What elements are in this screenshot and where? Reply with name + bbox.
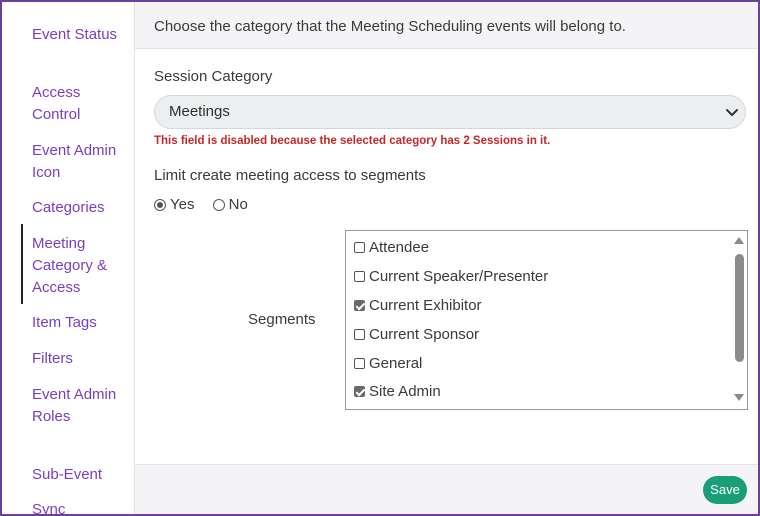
save-button[interactable]: Save [703,476,747,504]
radio-yes-circle[interactable] [154,198,166,211]
segment-option-current-exhibitor[interactable]: Current Exhibitor [354,297,482,314]
segment-option-current-speaker-presenter[interactable]: Current Speaker/Presenter [354,268,548,285]
scrollbar-thumb[interactable] [735,254,744,362]
session-category-value: Meetings [169,103,230,120]
segments-scrollbar[interactable] [731,231,747,409]
segment-option-general[interactable]: General [354,355,422,372]
sidebar-item-categories[interactable]: Categories [32,197,132,219]
header-description: Choose the category that the Meeting Sch… [154,18,626,35]
sidebar: Event Status Access Control Event Admin … [2,2,134,514]
segments-label: Segments [248,311,316,328]
sidebar-item-event-admin-icon[interactable]: Event Admin Icon [32,140,132,184]
sidebar-active-indicator [21,224,23,304]
limit-access-radio-group: Yes No [154,196,262,215]
segment-option-attendee[interactable]: Attendee [354,239,429,256]
sidebar-item-meeting-category-access[interactable]: Meeting Category & Access [32,233,132,299]
segment-option-label: Current Sponsor [369,326,480,343]
main-panel: Choose the category that the Meeting Sch… [134,2,758,514]
segment-option-label: Site Admin [369,383,441,400]
disabled-field-message: This field is disabled because the selec… [154,135,551,147]
panel-footer: Save [135,464,758,514]
radio-no-label: No [228,196,248,213]
segment-checkbox[interactable] [354,242,365,253]
panel-header: Choose the category that the Meeting Sch… [135,2,758,49]
sidebar-item-access-control[interactable]: Access Control [32,82,132,126]
segment-checkbox[interactable] [354,329,365,340]
segment-checkbox[interactable] [354,386,365,397]
segment-option-label: Current Speaker/Presenter [369,268,549,285]
limit-access-label: Limit create meeting access to segments [154,167,426,184]
sidebar-item-sub-event[interactable]: Sub-Event [32,464,132,486]
segment-option-label: Current Exhibitor [369,297,482,314]
sidebar-item-filters[interactable]: Filters [32,348,132,370]
sidebar-item-event-admin-roles[interactable]: Event Admin Roles [32,384,132,428]
scroll-down-arrow-icon[interactable] [734,394,744,401]
sidebar-item-sync[interactable]: Sync [32,499,132,514]
segment-checkbox[interactable] [354,271,365,282]
chevron-down-icon [726,109,738,116]
radio-no[interactable]: No [212,196,248,213]
radio-no-circle[interactable] [212,198,225,211]
scroll-up-arrow-icon[interactable] [734,237,744,244]
radio-yes[interactable]: Yes [154,196,194,213]
sidebar-item-item-tags[interactable]: Item Tags [32,312,132,334]
segments-listbox[interactable]: Attendee Current Speaker/Presenter Curre… [345,230,748,410]
segment-option-site-admin[interactable]: Site Admin [354,383,441,400]
segment-checkbox[interactable] [354,358,365,369]
app-frame: Event Status Access Control Event Admin … [0,0,760,516]
sidebar-item-event-status[interactable]: Event Status [32,24,132,46]
segment-option-label: Attendee [369,239,430,256]
session-category-label: Session Category [154,68,273,85]
segment-option-current-sponsor[interactable]: Current Sponsor [354,326,479,343]
segment-checkbox[interactable] [354,300,365,311]
radio-yes-label: Yes [170,196,195,213]
segment-option-label: General [369,355,423,372]
session-category-select[interactable]: Meetings [154,95,746,129]
